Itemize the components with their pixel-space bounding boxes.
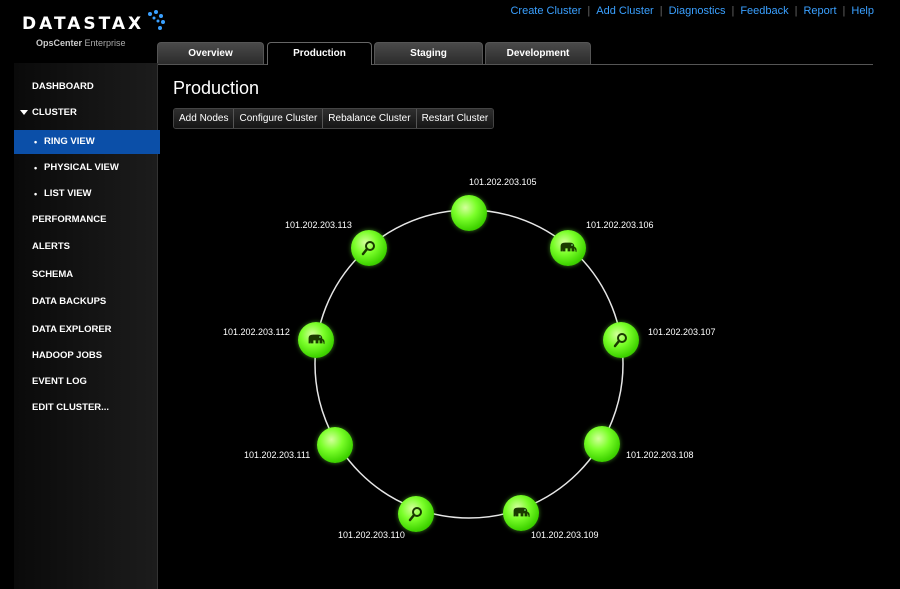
datastax-logo: DATASTAX OpsCenter Enterprise (22, 10, 165, 48)
sidebar-item-event-log[interactable]: EVENT LOG (14, 370, 157, 394)
tab-staging[interactable]: Staging (374, 42, 483, 64)
cluster-toolbar: Add Nodes Configure Cluster Rebalance Cl… (173, 108, 495, 129)
brand-name: DATASTAX (22, 14, 145, 34)
page-title: Production (173, 78, 260, 98)
configure-cluster-button[interactable]: Configure Cluster (234, 109, 324, 128)
sidebar-item-dashboard[interactable]: DASHBOARD (14, 75, 157, 99)
product-name: OpsCenter Enterprise (36, 38, 152, 48)
ring-node-3[interactable] (603, 322, 639, 358)
sidebar-item-ring-view[interactable]: • RING VIEW (14, 130, 160, 154)
sidebar-item-performance[interactable]: PERFORMANCE (14, 208, 157, 232)
node-ip-label: 101.202.203.112 (223, 327, 290, 337)
sidebar-item-label: CLUSTER (32, 107, 77, 118)
ring-node-1[interactable] (451, 195, 487, 231)
bullet-icon: • (34, 189, 38, 199)
ring-node-4[interactable] (584, 426, 620, 462)
magnifier-icon (361, 241, 375, 256)
sidebar-item-physical-view[interactable]: • PHYSICAL VIEW (14, 156, 157, 180)
elephant-icon (308, 334, 325, 345)
sidebar-item-label: PERFORMANCE (32, 214, 107, 225)
elephant-icon (560, 242, 577, 253)
report-link[interactable]: Report (803, 5, 836, 17)
node-ip-label: 101.202.203.107 (648, 327, 716, 337)
rebalance-cluster-button[interactable]: Rebalance Cluster (323, 109, 417, 128)
sidebar-item-schema[interactable]: SCHEMA (14, 263, 157, 287)
restart-cluster-button[interactable]: Restart Cluster (416, 109, 494, 128)
ring-node-2[interactable] (550, 230, 586, 266)
ring-node-7[interactable] (317, 427, 353, 463)
ring-node-9[interactable] (351, 230, 387, 266)
node-ip-label: 101.202.203.111 (244, 450, 311, 460)
tab-development[interactable]: Development (485, 42, 591, 64)
add-cluster-link[interactable]: Add Cluster (596, 5, 653, 17)
sidebar-item-data-backups[interactable]: DATA BACKUPS (14, 290, 157, 314)
sidebar-item-label: HADOOP JOBS (32, 350, 103, 361)
help-link[interactable]: Help (851, 5, 874, 17)
node-ip-label: 101.202.203.110 (338, 530, 405, 540)
sidebar-item-alerts[interactable]: ALERTS (14, 235, 157, 259)
sidebar-item-label: EDIT CLUSTER... (32, 402, 110, 413)
expand-triangle-icon (20, 110, 28, 115)
product-label: OpsCenter (36, 38, 83, 48)
cluster-tabs: Overview Production Staging Development (157, 42, 873, 65)
node-ip-label: 101.202.203.113 (285, 220, 352, 230)
bullet-icon: • (34, 163, 38, 173)
elephant-icon (513, 507, 530, 518)
sidebar-item-label: EVENT LOG (32, 376, 87, 387)
sidebar-item-hadoop-jobs[interactable]: HADOOP JOBS (14, 344, 157, 368)
tab-production[interactable]: Production (267, 42, 372, 65)
node-ip-label: 101.202.203.105 (469, 177, 537, 187)
sidebar-item-label: DATA EXPLORER (32, 324, 112, 335)
add-nodes-button[interactable]: Add Nodes (174, 109, 235, 128)
magnifier-icon (613, 333, 627, 348)
node-ip-label: 101.202.203.106 (586, 220, 654, 230)
sidebar-item-data-explorer[interactable]: DATA EXPLORER (14, 318, 157, 342)
ring-node-6[interactable] (398, 496, 434, 532)
bullet-icon: • (34, 137, 38, 147)
sidebar-item-edit-cluster[interactable]: EDIT CLUSTER... (14, 396, 157, 420)
sidebar-item-label: DATA BACKUPS (32, 296, 107, 307)
diagnostics-link[interactable]: Diagnostics (669, 5, 726, 17)
sidebar-item-label: DASHBOARD (32, 81, 94, 92)
logo-dots-icon (148, 10, 165, 30)
node-ip-label: 101.202.203.108 (626, 450, 694, 460)
sidebar-item-label: RING VIEW (44, 136, 95, 147)
sidebar-item-label: PHYSICAL VIEW (44, 162, 119, 173)
sidebar-item-list-view[interactable]: • LIST VIEW (14, 182, 157, 206)
sidebar-item-cluster[interactable]: CLUSTER (14, 101, 157, 125)
edition-label: Enterprise (84, 38, 126, 48)
ring-node-8[interactable] (298, 322, 334, 358)
tab-overview[interactable]: Overview (157, 42, 264, 64)
top-links: Create Cluster | Add Cluster | Diagnostics | F… (510, 5, 874, 17)
magnifier-icon (408, 507, 422, 522)
sidebar-item-label: SCHEMA (32, 269, 74, 280)
ring-node-5[interactable] (503, 495, 539, 531)
sidebar-item-label: LIST VIEW (44, 188, 92, 199)
node-ip-label: 101.202.203.109 (531, 530, 599, 540)
sidebar: DASHBOARD CLUSTER • RING VIEW • PHYSICAL V… (14, 63, 160, 589)
feedback-link[interactable]: Feedback (740, 5, 788, 17)
sidebar-item-label: ALERTS (32, 241, 70, 252)
create-cluster-link[interactable]: Create Cluster (510, 5, 581, 17)
